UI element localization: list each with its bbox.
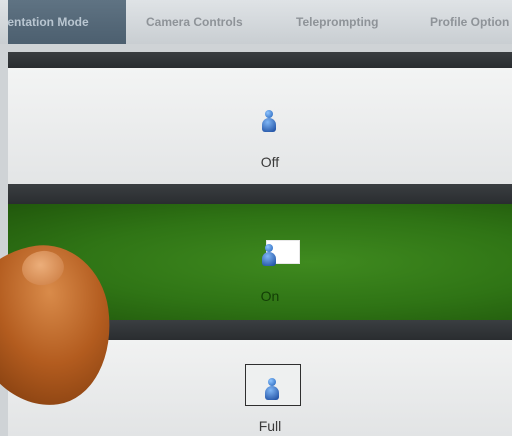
person-icon <box>262 110 276 132</box>
option-off[interactable]: Off <box>8 68 512 184</box>
separator-bar <box>8 52 512 68</box>
separator-bar <box>8 184 512 204</box>
person-icon <box>265 378 279 400</box>
fingernail <box>19 248 67 288</box>
tab-profile-options[interactable]: Profile Option <box>430 0 512 44</box>
tab-camera-controls[interactable]: Camera Controls <box>146 0 266 44</box>
option-full-label: Full <box>258 418 282 434</box>
tab-teleprompting[interactable]: Teleprompting <box>296 0 396 44</box>
tab-presentation-mode[interactable]: esentation Mode <box>8 0 126 44</box>
tab-bar: esentation Mode Camera Controls Teleprom… <box>0 0 512 44</box>
option-off-label: Off <box>260 154 280 170</box>
person-icon <box>262 244 276 266</box>
option-on-label: On <box>260 288 280 304</box>
